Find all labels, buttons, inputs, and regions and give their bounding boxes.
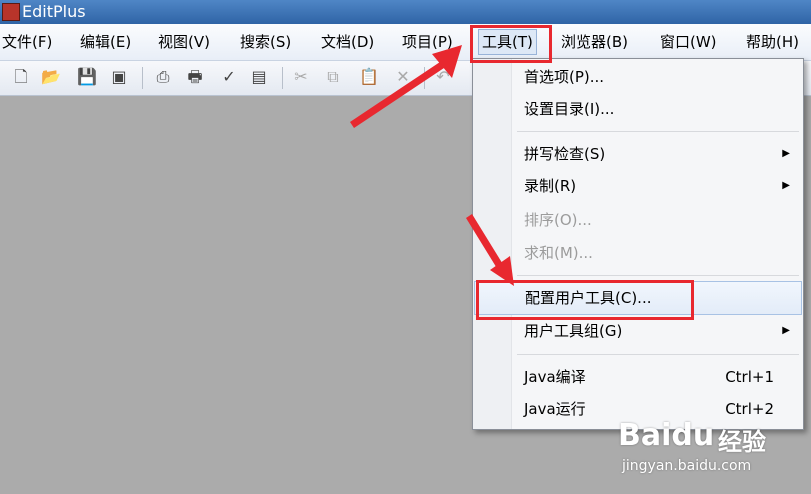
watermark-brand: Baidu	[618, 418, 715, 453]
watermark-url: jingyan.baidu.com	[622, 458, 752, 474]
arrow-to-configure-item-icon	[466, 214, 514, 286]
watermark-brand-cn: 经验	[718, 428, 766, 456]
arrow-to-tools-menu-icon	[350, 45, 462, 128]
baidu-watermark: Baidu 经验 jingyan.baidu.com	[618, 418, 798, 488]
